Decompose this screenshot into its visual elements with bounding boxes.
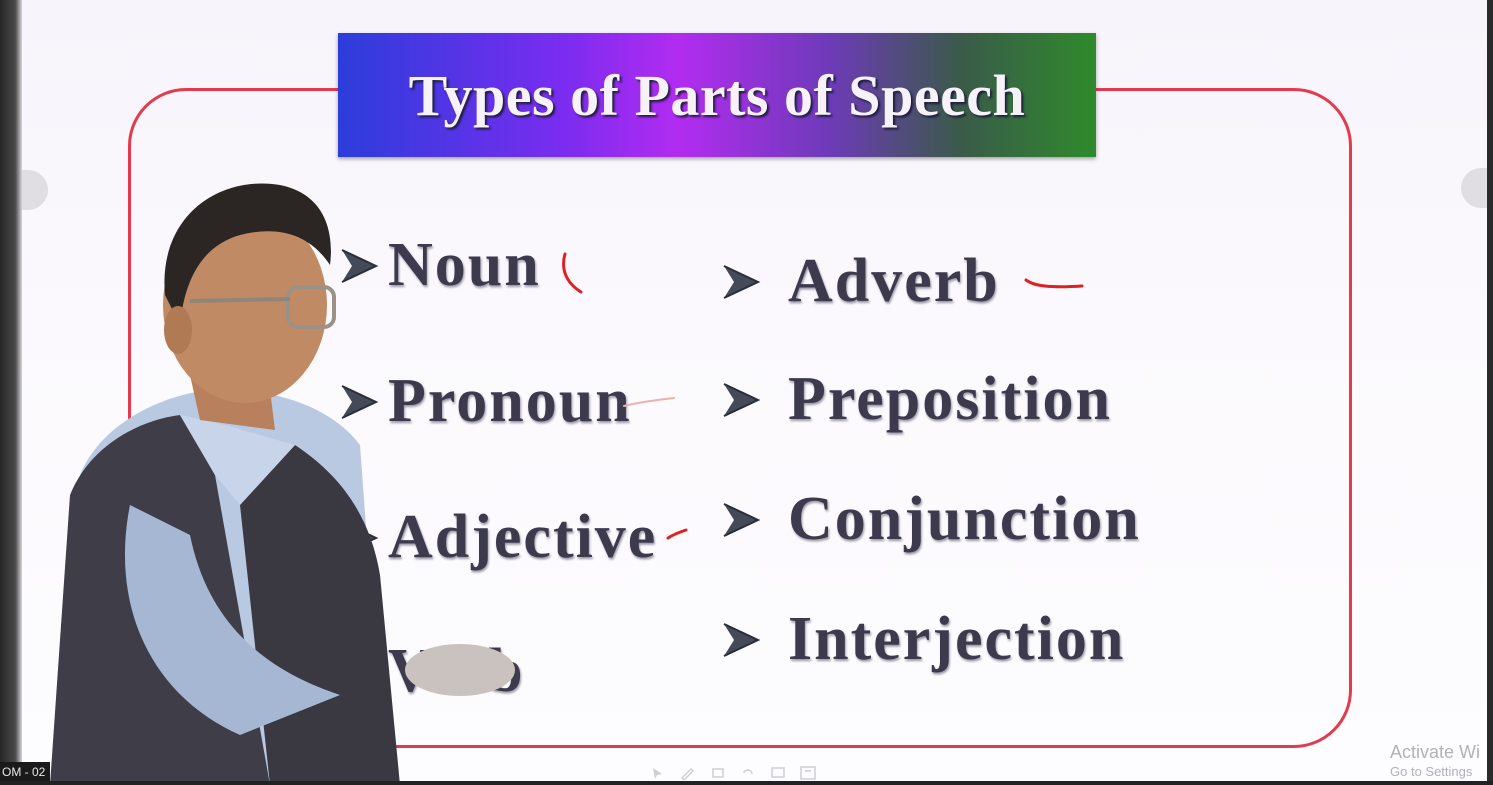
arrow-bullet-icon	[723, 382, 761, 417]
right-side-handle-icon[interactable]	[1461, 168, 1487, 208]
screen-bezel-right	[1487, 0, 1493, 785]
pen-annotation-stroke	[562, 252, 583, 294]
arrow-bullet-icon	[723, 622, 761, 657]
screen-bezel-left	[0, 0, 22, 785]
screen-icon[interactable]	[770, 766, 786, 780]
pen-icon[interactable]	[680, 766, 696, 782]
pen-annotation-stroke	[666, 528, 688, 540]
list-item-label: Preposition	[788, 365, 1112, 433]
slide-title: Types of Parts of Speech	[408, 62, 1026, 128]
session-label: OM - 02	[0, 762, 50, 782]
list-item-right-4: Interjection	[720, 604, 1125, 675]
undo-icon[interactable]	[740, 766, 756, 780]
watermark-title: Activate Wi	[1390, 742, 1481, 762]
pen-annotation-stroke	[1024, 278, 1084, 289]
highlighter-icon[interactable]	[710, 766, 726, 780]
slide-screen: Types of Parts of Speech Noun Pronoun Ad…	[0, 0, 1493, 785]
list-item-label: Conjunction	[788, 485, 1141, 553]
arrow-bullet-icon	[723, 264, 761, 299]
presenter-image	[50, 183, 515, 785]
screen-bezel-bottom	[0, 781, 1493, 785]
list-item-label: Interjection	[788, 605, 1126, 673]
list-item-right-2: Preposition	[720, 364, 1112, 435]
list-item-label: Adverb	[788, 247, 1000, 315]
pen-annotation-stroke	[623, 397, 675, 407]
list-item-right-1: Adverb	[720, 246, 1000, 317]
slide-title-banner: Types of Parts of Speech	[338, 33, 1096, 157]
menu-icon[interactable]	[800, 766, 816, 780]
pointer-icon[interactable]	[650, 766, 666, 780]
watermark-subtitle: Go to Settings	[1390, 763, 1473, 779]
arrow-bullet-icon	[723, 502, 761, 537]
pen-toolbar[interactable]	[650, 766, 816, 782]
activation-watermark: Activate Wi Go to Settings	[1390, 742, 1480, 779]
list-item-right-3: Conjunction	[720, 484, 1141, 555]
